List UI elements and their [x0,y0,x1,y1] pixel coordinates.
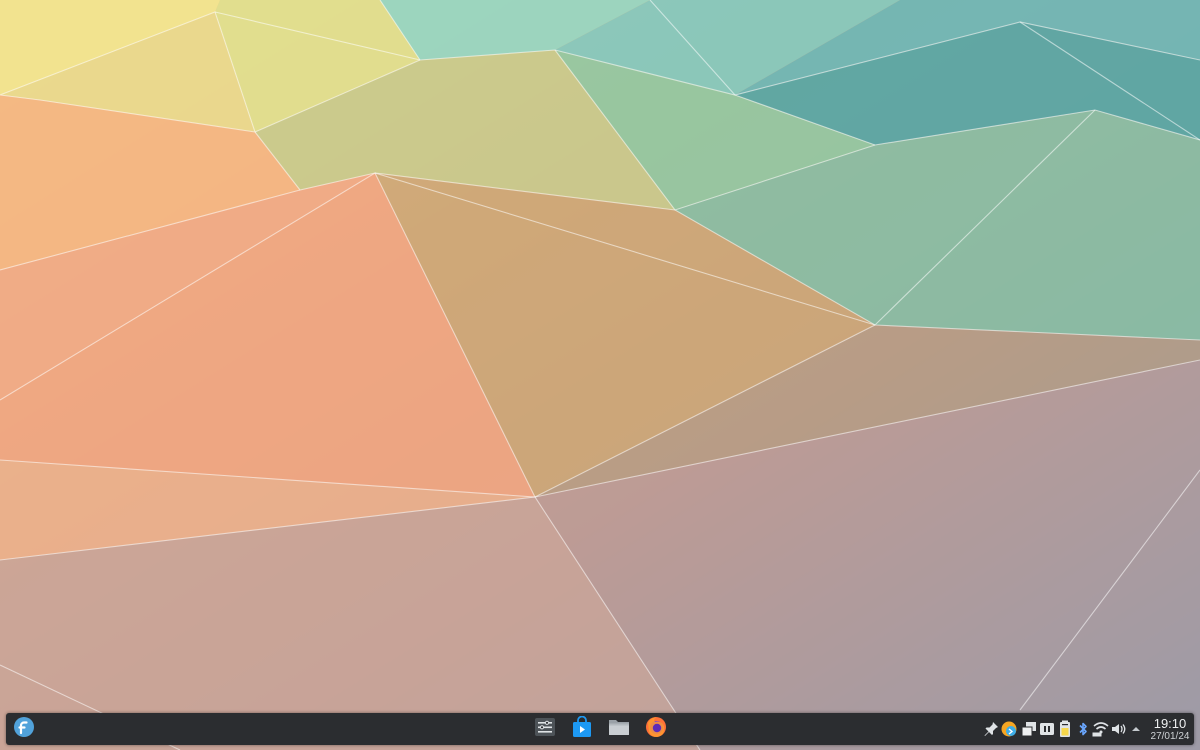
pause-media-icon[interactable] [1038,720,1056,738]
firefox-icon [645,716,667,743]
discover-store-icon [571,715,593,743]
bluetooth-icon[interactable] [1074,720,1092,738]
task-system-monitor[interactable] [529,713,561,745]
system-tray [974,713,1144,745]
volume-icon[interactable] [1110,720,1128,738]
clock-time: 19:10 [1153,716,1187,731]
updates-icon[interactable] [1000,720,1018,738]
expand-arrow-icon[interactable] [1129,720,1143,738]
digital-clock[interactable]: 19:10 27/01/24 [1148,714,1192,744]
network-icon[interactable] [1092,720,1110,738]
pin-icon[interactable] [982,720,1000,738]
clipboard-icon[interactable] [1020,720,1038,738]
system-monitor-icon [534,716,556,743]
fedora-logo-icon [13,716,35,743]
taskbar: 19:10 27/01/24 [6,713,1194,745]
wallpaper [0,0,1200,750]
desktop[interactable]: 19:10 27/01/24 [0,0,1200,750]
task-discover[interactable] [566,713,598,745]
application-launcher-button[interactable] [8,713,40,745]
task-file-manager[interactable] [603,713,635,745]
folder-icon [608,716,630,743]
clock-date: 27/01/24 [1150,731,1190,742]
task-firefox[interactable] [640,713,672,745]
battery-icon[interactable] [1056,720,1074,738]
